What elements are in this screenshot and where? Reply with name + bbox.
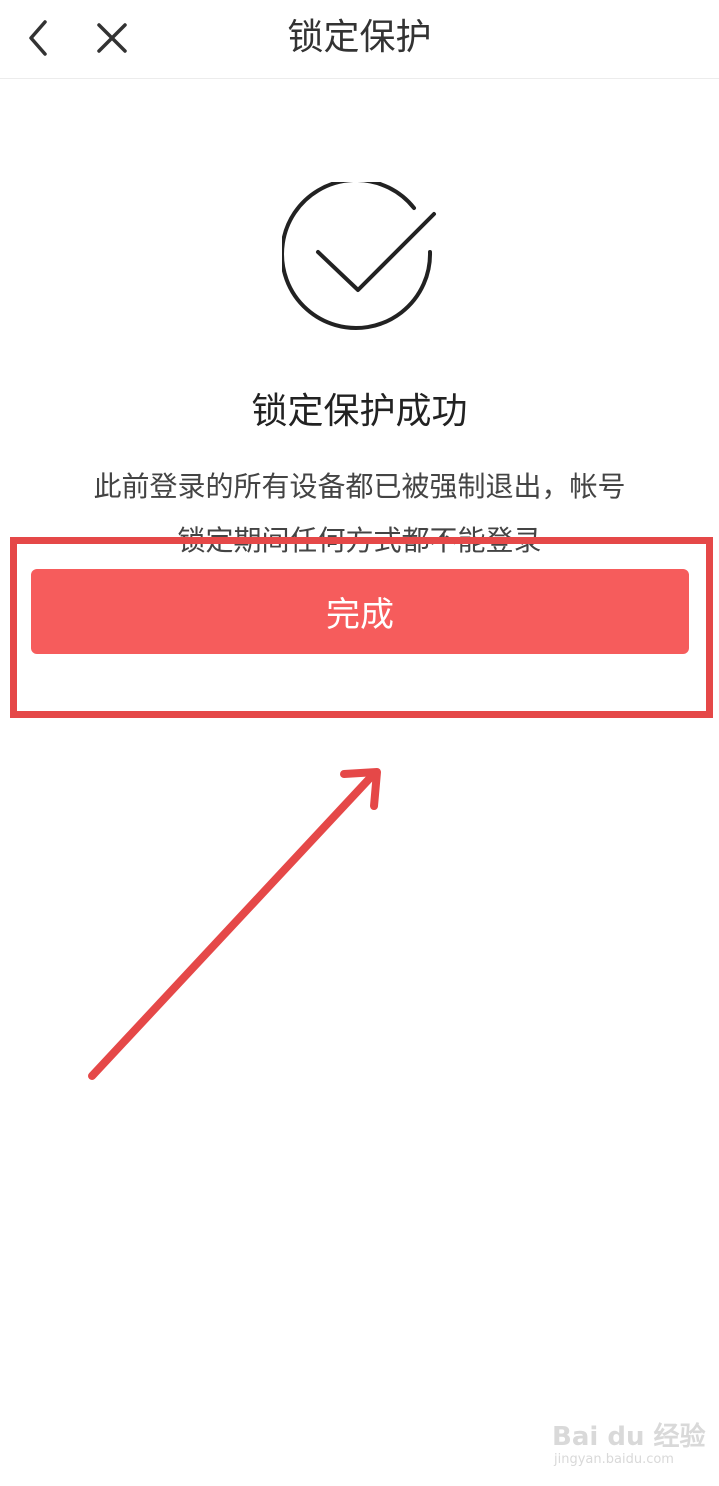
description-line-2: 锁定期间任何方式都不能登录 bbox=[177, 524, 542, 557]
baidu-jingyan-watermark: Bai du 经验 jingyan.baidu.com bbox=[548, 1410, 708, 1474]
top-bar: 锁定保护 bbox=[0, 0, 719, 79]
watermark-url: jingyan.baidu.com bbox=[554, 1452, 674, 1467]
success-description: 此前登录的所有设备都已被强制退出，帐号 锁定期间任何方式都不能登录 bbox=[40, 460, 679, 568]
page-title: 锁定保护 bbox=[287, 17, 432, 58]
description-line-1: 此前登录的所有设备都已被强制退出，帐号 bbox=[93, 470, 626, 503]
done-button[interactable]: 完成 bbox=[31, 569, 689, 654]
check-circle-icon bbox=[282, 182, 436, 330]
watermark-logo: Bai du 经验 bbox=[552, 1422, 706, 1452]
success-title: 锁定保护成功 bbox=[251, 391, 468, 432]
